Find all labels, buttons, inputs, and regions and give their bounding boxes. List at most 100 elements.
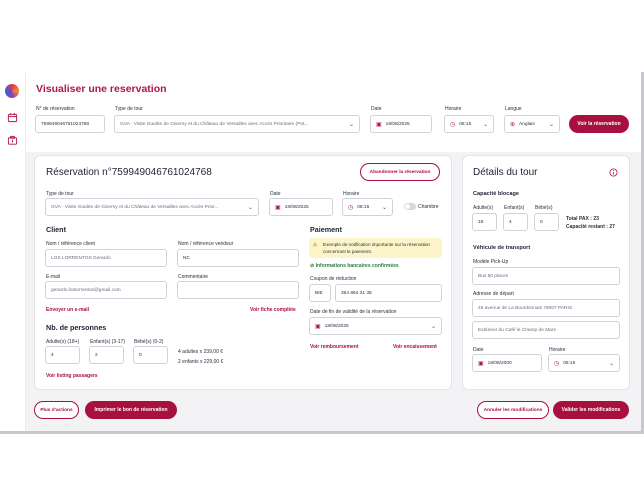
children-price: 2 enfants x 229,00 € [178, 359, 224, 365]
check-circle-icon: ⊘ [310, 263, 315, 269]
info-icon[interactable] [609, 168, 618, 177]
adults-input[interactable]: 4 [45, 346, 80, 364]
bank-confirmed: ⊘ Informations bancaires confirmées [310, 263, 399, 269]
reservation-number-label: N° de réservation [36, 106, 75, 112]
adults-label: Adulte(s) (18+) [46, 339, 80, 345]
date-value: 18/08/2025 [284, 204, 309, 210]
view-full-file-link[interactable]: Voir fiche complète [250, 307, 296, 313]
tour-type-select[interactable]: GVA - Visite Guidée de Giverny et du Châ… [45, 198, 259, 216]
view-reservation-button[interactable]: Voir la réservation [569, 115, 629, 133]
chevron-down-icon: ⌄ [430, 324, 436, 330]
chevron-down-icon: ⌄ [348, 122, 354, 128]
payment-notice: ⚠ Exemple de notification importante sur… [309, 238, 442, 258]
address-label: Adresse de départ [473, 291, 514, 297]
vendor-label: Nom / référence vendeur [178, 241, 234, 247]
calendar-icon: ▣ [376, 121, 382, 128]
total-pax: Total PAX : 23 [566, 216, 599, 222]
clock-icon: ◷ [348, 204, 354, 211]
vendor-input[interactable]: NC [177, 249, 299, 267]
search-header: Visualiser une reservation N° de réserva… [26, 72, 641, 152]
abandon-reservation-button[interactable]: Abandonner la réservation [360, 163, 440, 181]
send-email-link[interactable]: Envoyer un e-mail [46, 307, 89, 313]
client-name-label: Nom / référence client [46, 241, 95, 247]
capacity-children-input[interactable]: 4 [503, 213, 528, 231]
collection-link[interactable]: Voir encaissement [393, 344, 437, 350]
print-voucher-button[interactable]: Imprimer le bon de réservation [85, 401, 177, 419]
time-value: 08:15 [459, 121, 472, 127]
address-input[interactable]: 45 avenue de La Bourdonnais 75007 PARIS [472, 299, 620, 317]
warning-icon: ⚠ [313, 242, 318, 247]
tour-type-select[interactable]: GVA - Visite Guidée de Giverny et du Châ… [114, 115, 360, 133]
date-label: Date [371, 106, 382, 112]
coupon-label: Coupon de réduction [310, 276, 357, 282]
coupon-code-input[interactable]: 354 864 31 35 [335, 284, 442, 302]
room-toggle[interactable] [404, 203, 416, 210]
app-window: Visualiser une reservation N° de réserva… [0, 72, 644, 434]
language-select[interactable]: ⊕ Anglais ⌄ [504, 115, 560, 133]
vehicle-title: Véhicule de transport [473, 245, 531, 251]
comment-input[interactable] [177, 281, 299, 299]
chevron-down-icon: ⌄ [608, 361, 614, 367]
chevron-down-icon: ⌄ [548, 122, 554, 128]
save-changes-button[interactable]: Valider les modifications [553, 401, 629, 419]
chevron-down-icon: ⌄ [381, 205, 387, 211]
validity-label: Date de fin de validité de la réservatio… [310, 309, 397, 315]
children-input[interactable]: 2 [89, 346, 124, 364]
cancel-changes-button[interactable]: Annuler les modifications [477, 401, 549, 419]
capacity-babies-label: Bébé(s) [535, 205, 553, 211]
address-extra-input[interactable]: Extérieur du Café le Champ de Mars [472, 321, 620, 339]
passengers-list-link[interactable]: Voir listing passagers [46, 373, 98, 379]
departure-time-value: 08:15 [563, 360, 576, 366]
clock-icon: ◷ [554, 360, 560, 367]
date-input[interactable]: ▣ 18/08/2025 [370, 115, 432, 133]
ticket-icon[interactable] [7, 135, 18, 146]
departure-time-select[interactable]: ◷ 08:15 ⌄ [548, 354, 620, 372]
time-value: 08:15 [357, 204, 370, 210]
time-select[interactable]: ◷ 08:15 ⌄ [444, 115, 494, 133]
babies-input[interactable]: 0 [133, 346, 168, 364]
tour-type-value: GVA - Visite Guidée de Giverny et du Châ… [51, 204, 219, 210]
sidebar [0, 72, 26, 431]
capacity-adults-label: Adulte(s) [473, 205, 494, 211]
page-title: Visualiser une reservation [36, 83, 167, 95]
brand-logo [5, 84, 19, 98]
time-select[interactable]: ◷ 08:15 ⌄ [342, 198, 393, 216]
language-value: Anglais [519, 121, 535, 127]
coupon-prefix-input[interactable]: BIE [309, 284, 331, 302]
validity-date-value: 18/08/2025 [324, 323, 349, 329]
tour-type-value: GVA - Visite Guidée de Giverny et du Châ… [120, 121, 309, 127]
reservation-number-input[interactable]: 759949046761024768 [35, 115, 105, 133]
email-input[interactable]: gerardo.lostorrentos@gmail.com [45, 281, 167, 299]
language-label: Langue [505, 106, 522, 112]
calendar-icon[interactable] [7, 112, 18, 123]
departure-date-input[interactable]: ▣ 18/08/2000 [472, 354, 542, 372]
client-name-input[interactable]: LOS LORRENTOS Gerardo [45, 249, 167, 267]
remaining-capacity: Capacité restant : 27 [566, 224, 615, 230]
adults-price: 4 adultes x 239,00 € [178, 349, 224, 355]
tour-type-label: Type de tour [46, 191, 74, 197]
departure-date-value: 18/08/2000 [487, 360, 512, 366]
calendar-icon: ▣ [478, 360, 484, 367]
date-value: 18/08/2025 [385, 121, 410, 127]
footer-actions: Plus d'actions Imprimer le bon de réserv… [26, 392, 641, 431]
client-section-title: Client [46, 225, 66, 234]
capacity-title: Capacité blocage [473, 191, 520, 197]
capacity-babies-input[interactable]: 0 [534, 213, 559, 231]
calendar-icon: ▣ [315, 323, 321, 330]
clock-icon: ◷ [450, 121, 456, 128]
departure-date-label: Date [473, 347, 484, 353]
model-input[interactable]: Bus 50 places [472, 267, 620, 285]
refund-link[interactable]: Voir remboursement [310, 344, 359, 350]
blank-area [0, 434, 644, 500]
capacity-adults-input[interactable]: 18 [472, 213, 497, 231]
time-label: Horaire [445, 106, 462, 112]
date-label: Date [270, 191, 281, 197]
calendar-icon: ▣ [275, 204, 281, 211]
time-label: Horaire [343, 191, 360, 197]
validity-date-select[interactable]: ▣ 18/08/2025 ⌄ [309, 317, 442, 335]
payment-notice-text: Exemple de notification importante sur l… [323, 242, 430, 254]
babies-label: Bébé(s) (0-2) [134, 339, 164, 345]
more-actions-button[interactable]: Plus d'actions [34, 401, 79, 419]
date-input[interactable]: ▣ 18/08/2025 [269, 198, 333, 216]
reservation-title: Réservation n°759949046761024768 [46, 167, 212, 178]
